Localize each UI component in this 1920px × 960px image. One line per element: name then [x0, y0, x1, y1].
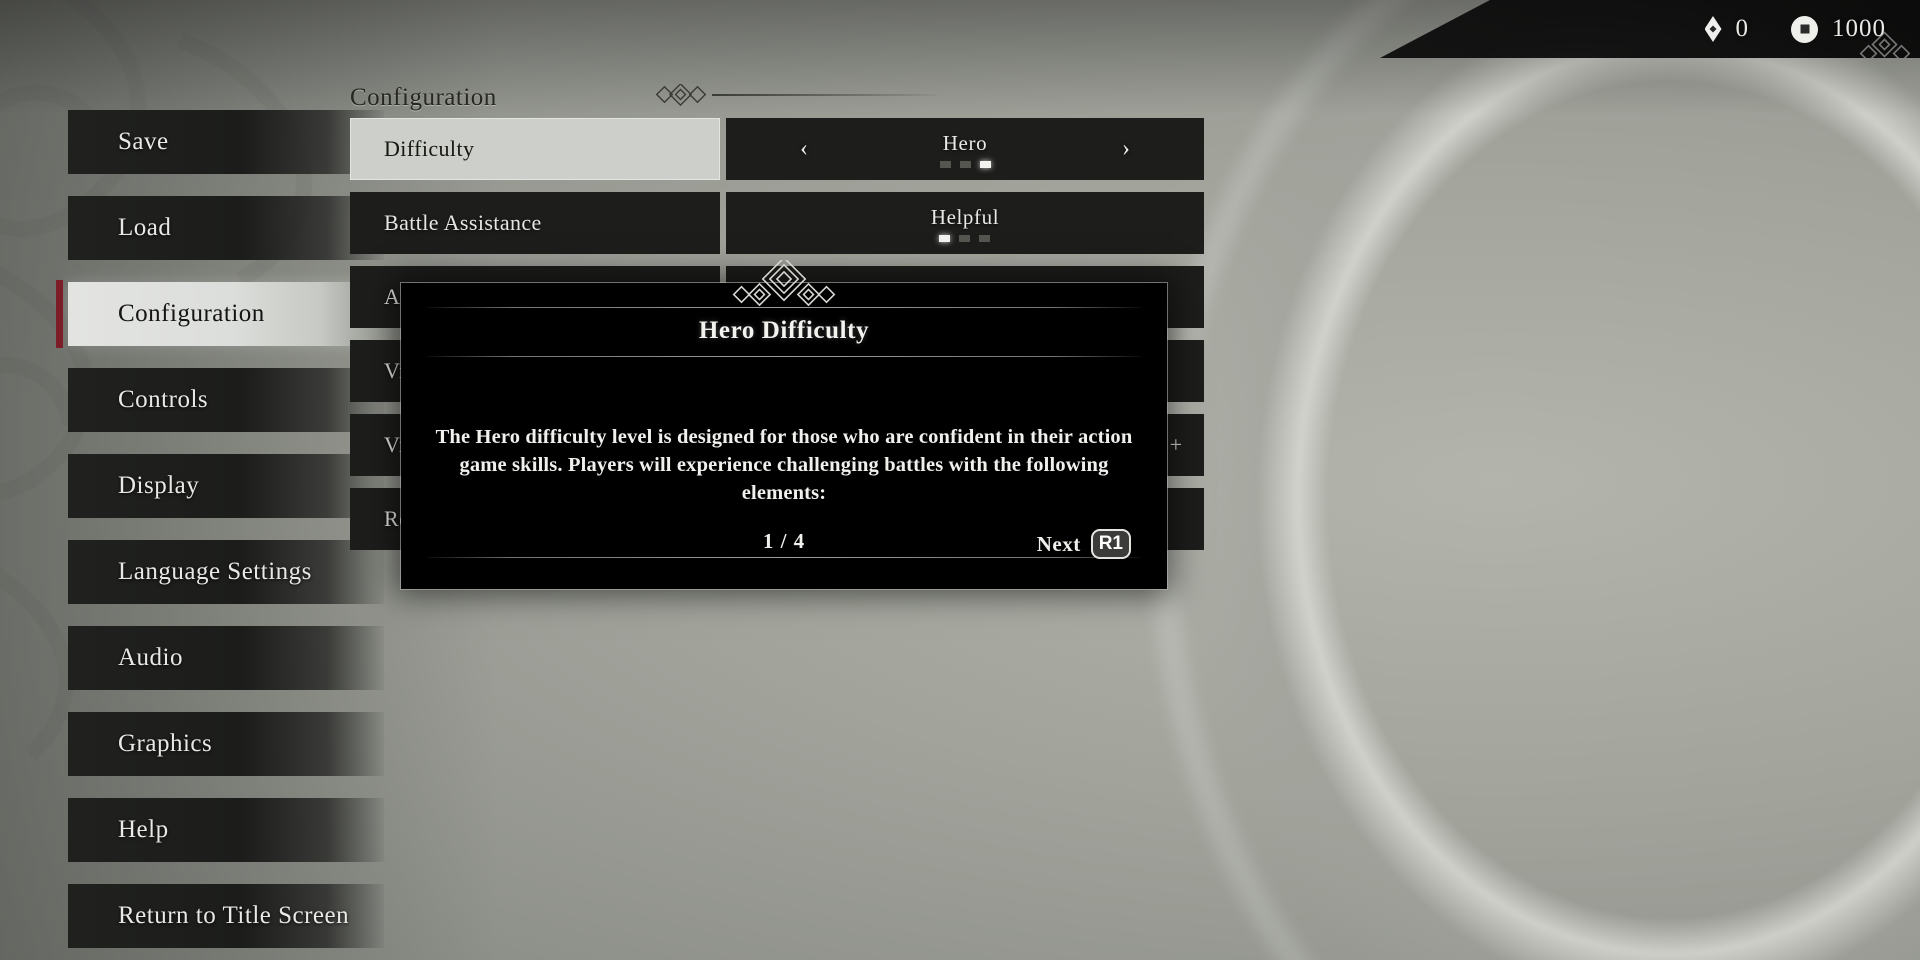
pip	[959, 234, 971, 242]
plus-icon[interactable]: +	[1170, 432, 1182, 458]
sidebar-item-label: Save	[118, 128, 169, 155]
dialog-rule-middle	[427, 356, 1141, 357]
header-ornament	[650, 84, 937, 106]
sidebar-item-audio[interactable]: Audio	[68, 626, 384, 690]
pip	[939, 160, 951, 168]
setting-value: Helpful	[930, 204, 1000, 229]
sidebar-item-load[interactable]: Load	[68, 196, 384, 260]
page-title: Configuration	[350, 84, 497, 111]
dialog-rule-top	[427, 307, 1141, 308]
difficulty-pips	[939, 160, 991, 168]
game-settings-screen: 0 1000 Save Load Configuration Controls	[0, 0, 1920, 960]
panel-header: Configuration	[350, 78, 1230, 118]
dialog-page-indicator: 1 / 4	[762, 529, 806, 553]
dialog-footer: 1 / 4 Next R1	[427, 529, 1141, 559]
sidebar-item-language-settings[interactable]: Language Settings	[68, 540, 384, 604]
setting-row-difficulty[interactable]: Difficulty ‹ Hero ›	[350, 118, 1230, 180]
pip-active	[979, 160, 991, 168]
battle-assistance-pips	[939, 234, 991, 242]
dialog-rule-bottom	[427, 557, 1141, 558]
setting-value: Hero	[942, 130, 988, 155]
sidebar-item-return-to-title-screen[interactable]: Return to Title Screen	[68, 884, 384, 948]
dialog-crest-ornament-icon	[732, 260, 836, 307]
coin-icon	[1791, 15, 1818, 43]
arrow-left-icon[interactable]: ‹	[800, 136, 808, 163]
sidebar-item-label: Controls	[118, 386, 209, 413]
sidebar-item-label: Audio	[118, 644, 183, 671]
value-stack: Hero	[939, 130, 991, 168]
sidebar-item-help[interactable]: Help	[68, 798, 384, 862]
dialog-title: Hero Difficulty	[698, 317, 870, 344]
pip	[959, 160, 971, 168]
setting-label: Battle Assistance	[350, 192, 720, 254]
settings-sidebar: Save Load Configuration Controls Display…	[56, 110, 384, 960]
setting-row-battle-assistance[interactable]: Battle Assistance Helpful	[350, 192, 1230, 254]
sidebar-item-label: Load	[118, 214, 172, 241]
pip-active	[939, 234, 951, 242]
sidebar-item-save[interactable]: Save	[68, 110, 384, 174]
dialog-body-text: The Hero difficulty level is designed fo…	[435, 426, 1133, 504]
difficulty-info-dialog: Hero Difficulty The Hero difficulty leve…	[401, 260, 1167, 589]
setting-value-control[interactable]: ‹ Hero ›	[726, 118, 1204, 180]
sidebar-item-label: Return to Title Screen	[118, 902, 350, 929]
hud-gem-group: 0	[1705, 15, 1750, 43]
r1-button-badge-icon[interactable]: R1	[1090, 529, 1131, 559]
sidebar-item-display[interactable]: Display	[68, 454, 384, 518]
sidebar-item-label: Graphics	[118, 730, 213, 757]
sidebar-item-graphics[interactable]: Graphics	[68, 712, 384, 776]
sidebar-item-label: Language Settings	[118, 558, 312, 585]
value-stack: Helpful	[931, 205, 999, 242]
next-label: Next	[1036, 531, 1081, 556]
sidebar-item-label: Display	[118, 472, 200, 499]
pip	[979, 234, 991, 242]
diamond-gem-icon	[1705, 16, 1722, 42]
diamond-ornament-icon	[655, 84, 707, 106]
setting-value-control[interactable]: Helpful	[726, 192, 1204, 254]
hud-gem-value: 0	[1735, 15, 1749, 42]
arrow-right-icon[interactable]: ›	[1122, 136, 1130, 163]
sidebar-item-controls[interactable]: Controls	[68, 368, 384, 432]
background-brush-ring	[1150, 0, 1920, 960]
sidebar-item-label: Help	[118, 816, 169, 843]
setting-label: Difficulty	[350, 118, 720, 180]
dialog-next-button[interactable]: Next R1	[1037, 529, 1131, 559]
header-rule	[712, 94, 937, 96]
sidebar-item-label: Configuration	[118, 300, 265, 327]
sidebar-item-configuration[interactable]: Configuration	[56, 280, 384, 348]
